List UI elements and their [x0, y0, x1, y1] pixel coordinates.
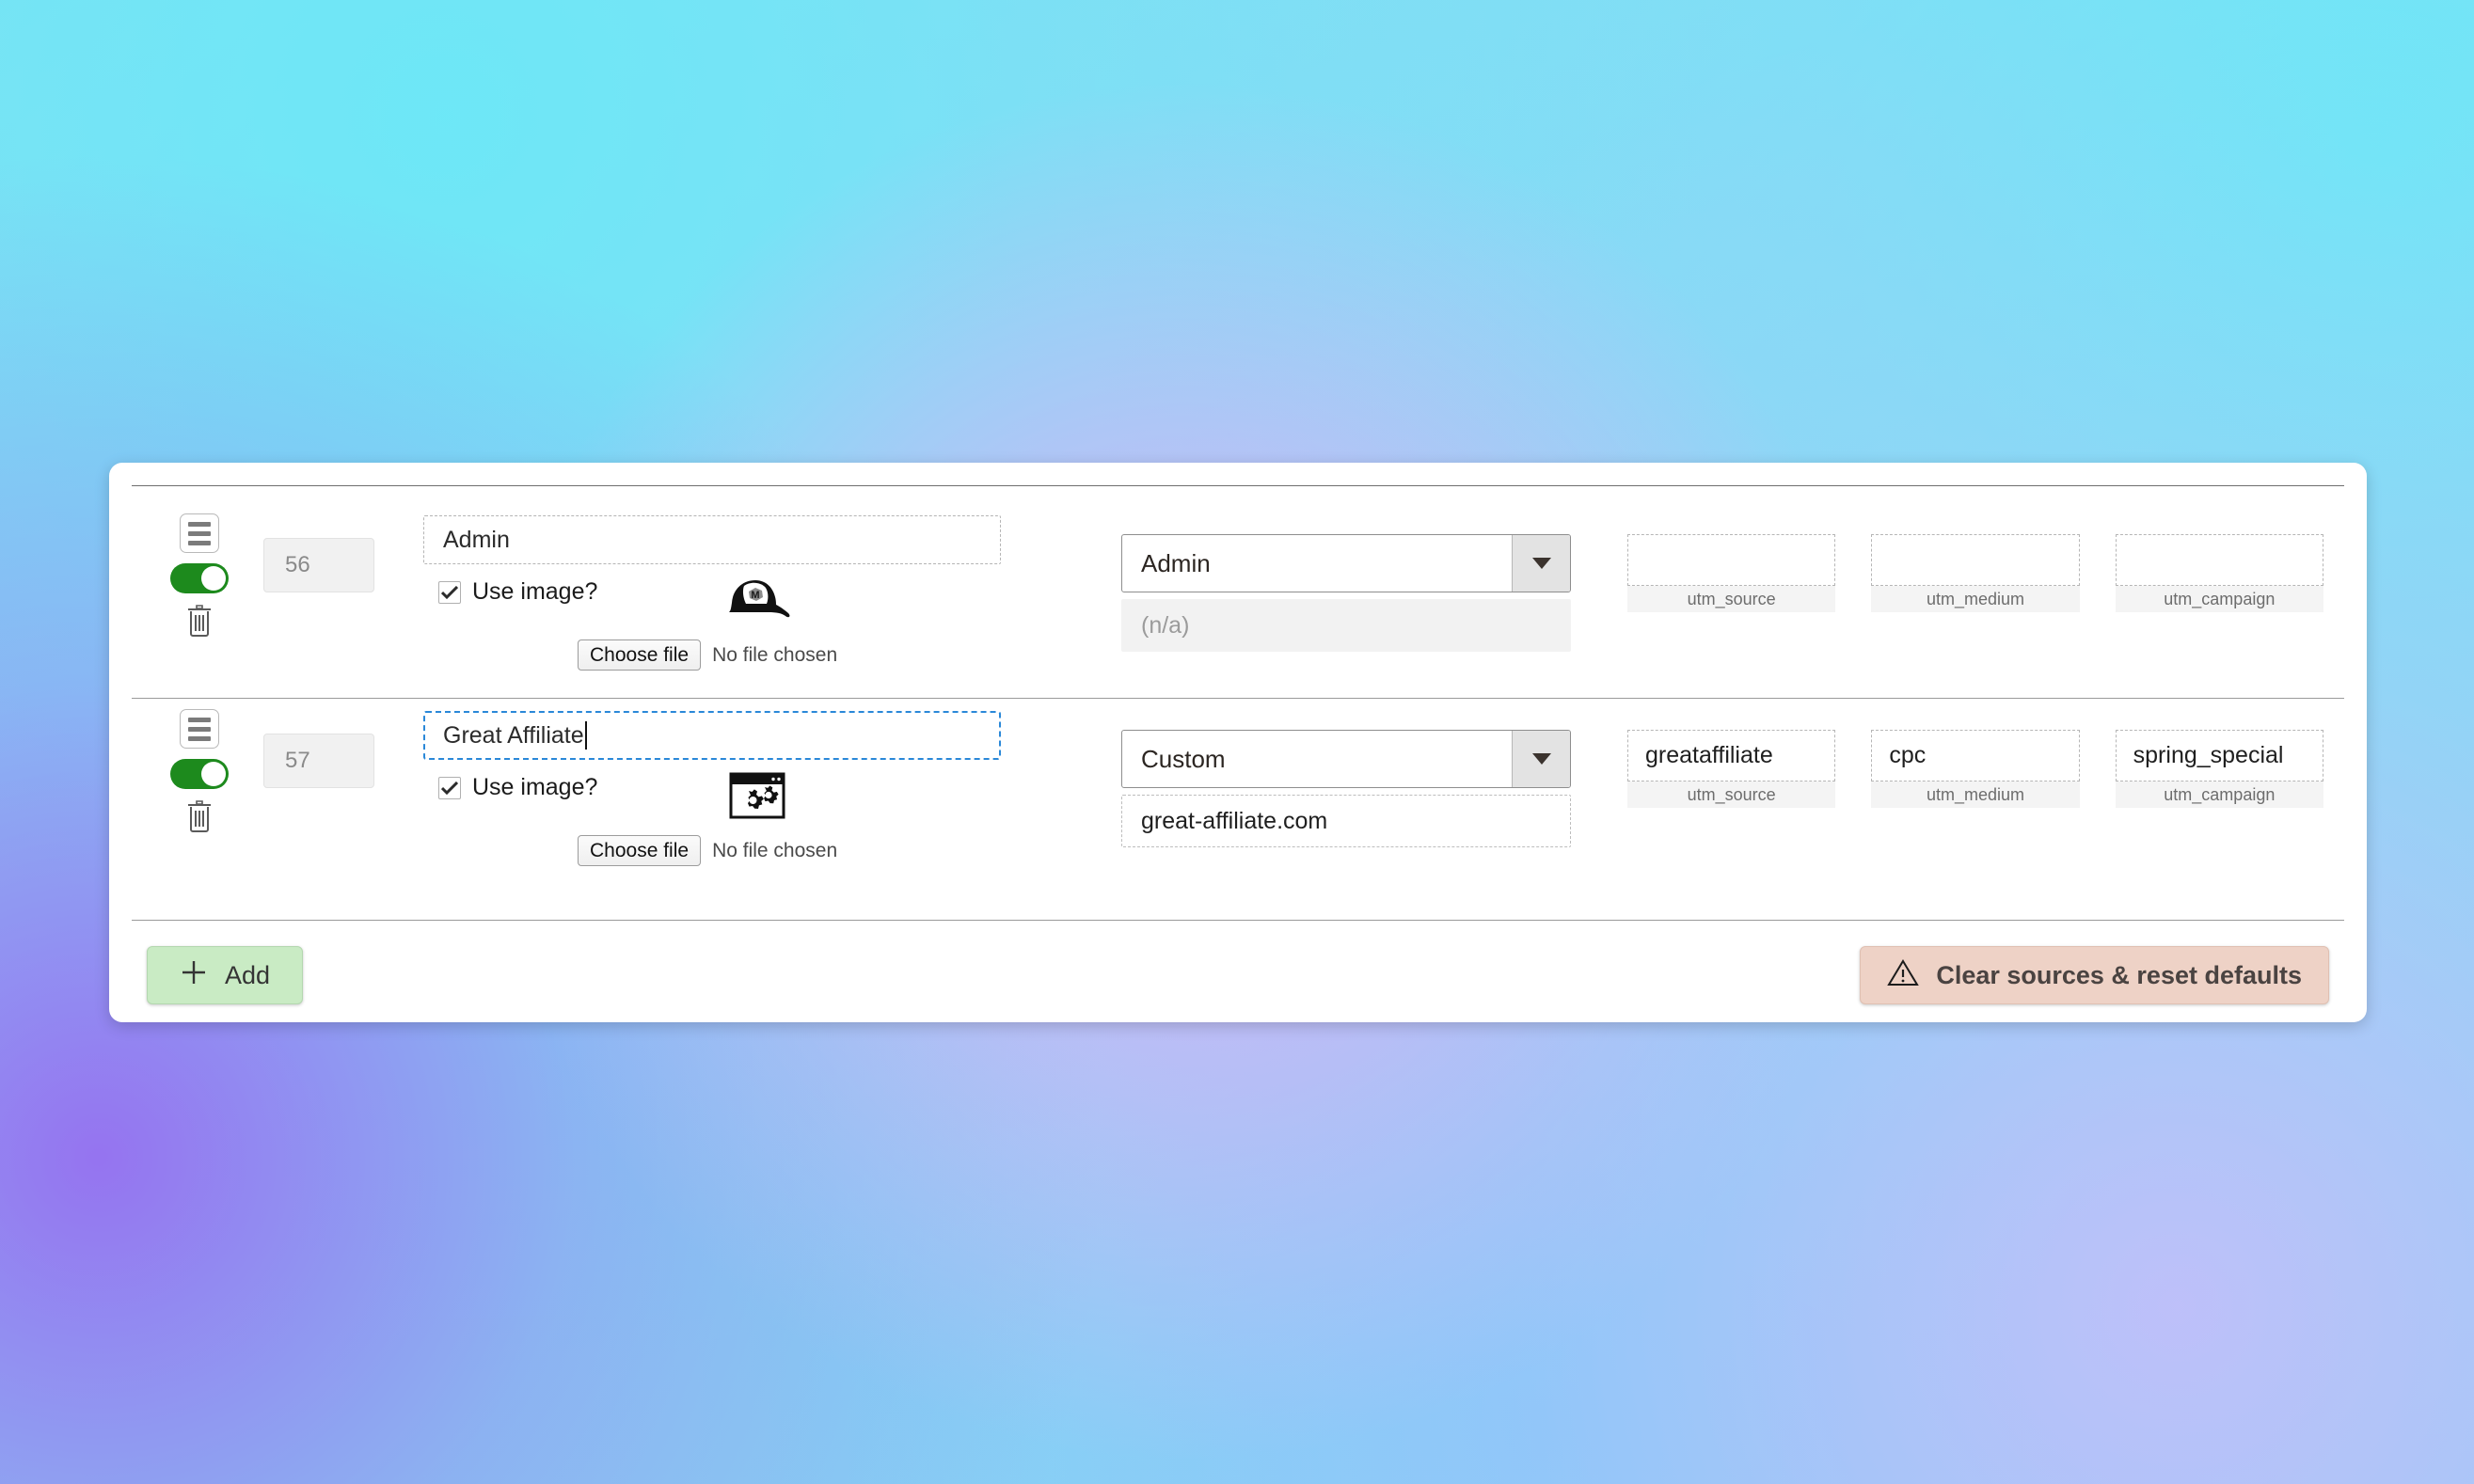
- utm-campaign-caption: utm_campaign: [2115, 586, 2323, 612]
- row-controls: [147, 504, 252, 638]
- drag-handle-icon[interactable]: [180, 709, 219, 749]
- add-button-label: Add: [225, 960, 271, 989]
- row-controls: [147, 700, 252, 833]
- enabled-toggle[interactable]: [170, 563, 229, 593]
- add-button[interactable]: Add: [147, 946, 304, 1004]
- drag-handle-icon[interactable]: [180, 513, 219, 553]
- preset-column: Admin (n/a): [1121, 504, 1592, 652]
- choose-file-button[interactable]: Choose file: [578, 835, 702, 866]
- file-input-row: Choose file No file chosen: [578, 835, 1082, 866]
- footer-divider: [132, 920, 2344, 921]
- plus-icon: [180, 958, 208, 993]
- utm-source-box: greataffiliate utm_source: [1627, 730, 1836, 808]
- source-name-input[interactable]: Admin: [423, 515, 1001, 564]
- utm-source-input[interactable]: greataffiliate: [1627, 730, 1836, 781]
- toggle-knob: [201, 762, 226, 786]
- delete-row-icon[interactable]: [184, 604, 214, 638]
- utm-medium-caption: utm_medium: [1871, 781, 2080, 808]
- row-divider: [132, 698, 2344, 699]
- use-image-checkbox[interactable]: [438, 580, 461, 604]
- domain-input[interactable]: great-affiliate.com: [1121, 795, 1571, 847]
- no-file-chosen-label: No file chosen: [712, 839, 838, 861]
- utm-source-caption: utm_source: [1627, 781, 1836, 808]
- row-name-column: Great Affiliate Use image? Choose file N…: [423, 700, 1082, 866]
- utm-medium-box: utm_medium: [1871, 534, 2080, 612]
- row-name-column: Admin Use image? M Choose file No file c…: [423, 504, 1082, 671]
- utm-campaign-input[interactable]: [2115, 534, 2323, 586]
- chevron-down-icon[interactable]: [1512, 535, 1570, 592]
- source-row: 57 Great Affiliate Use image? Choose fil…: [109, 700, 2367, 886]
- warning-triangle-icon: [1887, 958, 1920, 993]
- preset-select-value: Custom: [1141, 744, 1226, 773]
- check-icon: [441, 781, 458, 795]
- utm-column: greataffiliate utm_source cpc utm_medium…: [1627, 700, 2323, 808]
- utm-medium-input[interactable]: cpc: [1871, 730, 2080, 781]
- card-footer: Add Clear sources & reset defaults: [109, 933, 2367, 1018]
- preset-select[interactable]: Admin: [1121, 534, 1571, 592]
- use-image-checkbox[interactable]: [438, 776, 461, 799]
- check-icon: [441, 585, 458, 599]
- svg-text:M: M: [751, 590, 759, 601]
- utm-campaign-box: utm_campaign: [2115, 534, 2323, 612]
- clear-sources-label: Clear sources & reset defaults: [1936, 960, 2302, 989]
- utm-column: utm_source utm_medium utm_campaign: [1627, 504, 2323, 612]
- sources-card: 56 Admin Use image? M Choose file No fil…: [109, 463, 2367, 1022]
- utm-medium-caption: utm_medium: [1871, 586, 2080, 612]
- no-file-chosen-label: No file chosen: [712, 643, 838, 666]
- utm-source-box: utm_source: [1627, 534, 1836, 612]
- row-id-column: 56: [263, 504, 414, 592]
- source-name-value: Admin: [443, 526, 510, 553]
- source-name-input[interactable]: Great Affiliate: [423, 711, 1001, 760]
- use-image-label: Use image?: [472, 578, 598, 605]
- utm-campaign-input[interactable]: spring_special: [2115, 730, 2323, 781]
- row-id-column: 57: [263, 700, 414, 788]
- utm-source-caption: utm_source: [1627, 586, 1836, 612]
- delete-row-icon[interactable]: [184, 799, 214, 833]
- utm-medium-box: cpc utm_medium: [1871, 730, 2080, 808]
- source-name-value: Great Affiliate: [443, 721, 584, 749]
- utm-medium-input[interactable]: [1871, 534, 2080, 586]
- preset-select[interactable]: Custom: [1121, 730, 1571, 788]
- utm-campaign-caption: utm_campaign: [2115, 781, 2323, 808]
- clear-sources-button[interactable]: Clear sources & reset defaults: [1860, 946, 2329, 1004]
- utm-campaign-box: spring_special utm_campaign: [2115, 730, 2323, 808]
- chevron-down-icon[interactable]: [1512, 731, 1570, 787]
- toggle-knob: [201, 566, 226, 591]
- domain-input: (n/a): [1121, 599, 1571, 652]
- row-id-field: 57: [263, 734, 374, 788]
- preset-column: Custom great-affiliate.com: [1121, 700, 1592, 847]
- utm-source-input[interactable]: [1627, 534, 1836, 586]
- use-image-label: Use image?: [472, 774, 598, 800]
- source-row: 56 Admin Use image? M Choose file No fil…: [109, 504, 2367, 690]
- row-id-field: 56: [263, 538, 374, 592]
- text-caret: [584, 721, 587, 750]
- choose-file-button[interactable]: Choose file: [578, 639, 702, 671]
- preset-select-value: Admin: [1141, 548, 1211, 577]
- enabled-toggle[interactable]: [170, 759, 229, 789]
- card-top-divider: [132, 485, 2344, 486]
- file-input-row: Choose file No file chosen: [578, 639, 1082, 671]
